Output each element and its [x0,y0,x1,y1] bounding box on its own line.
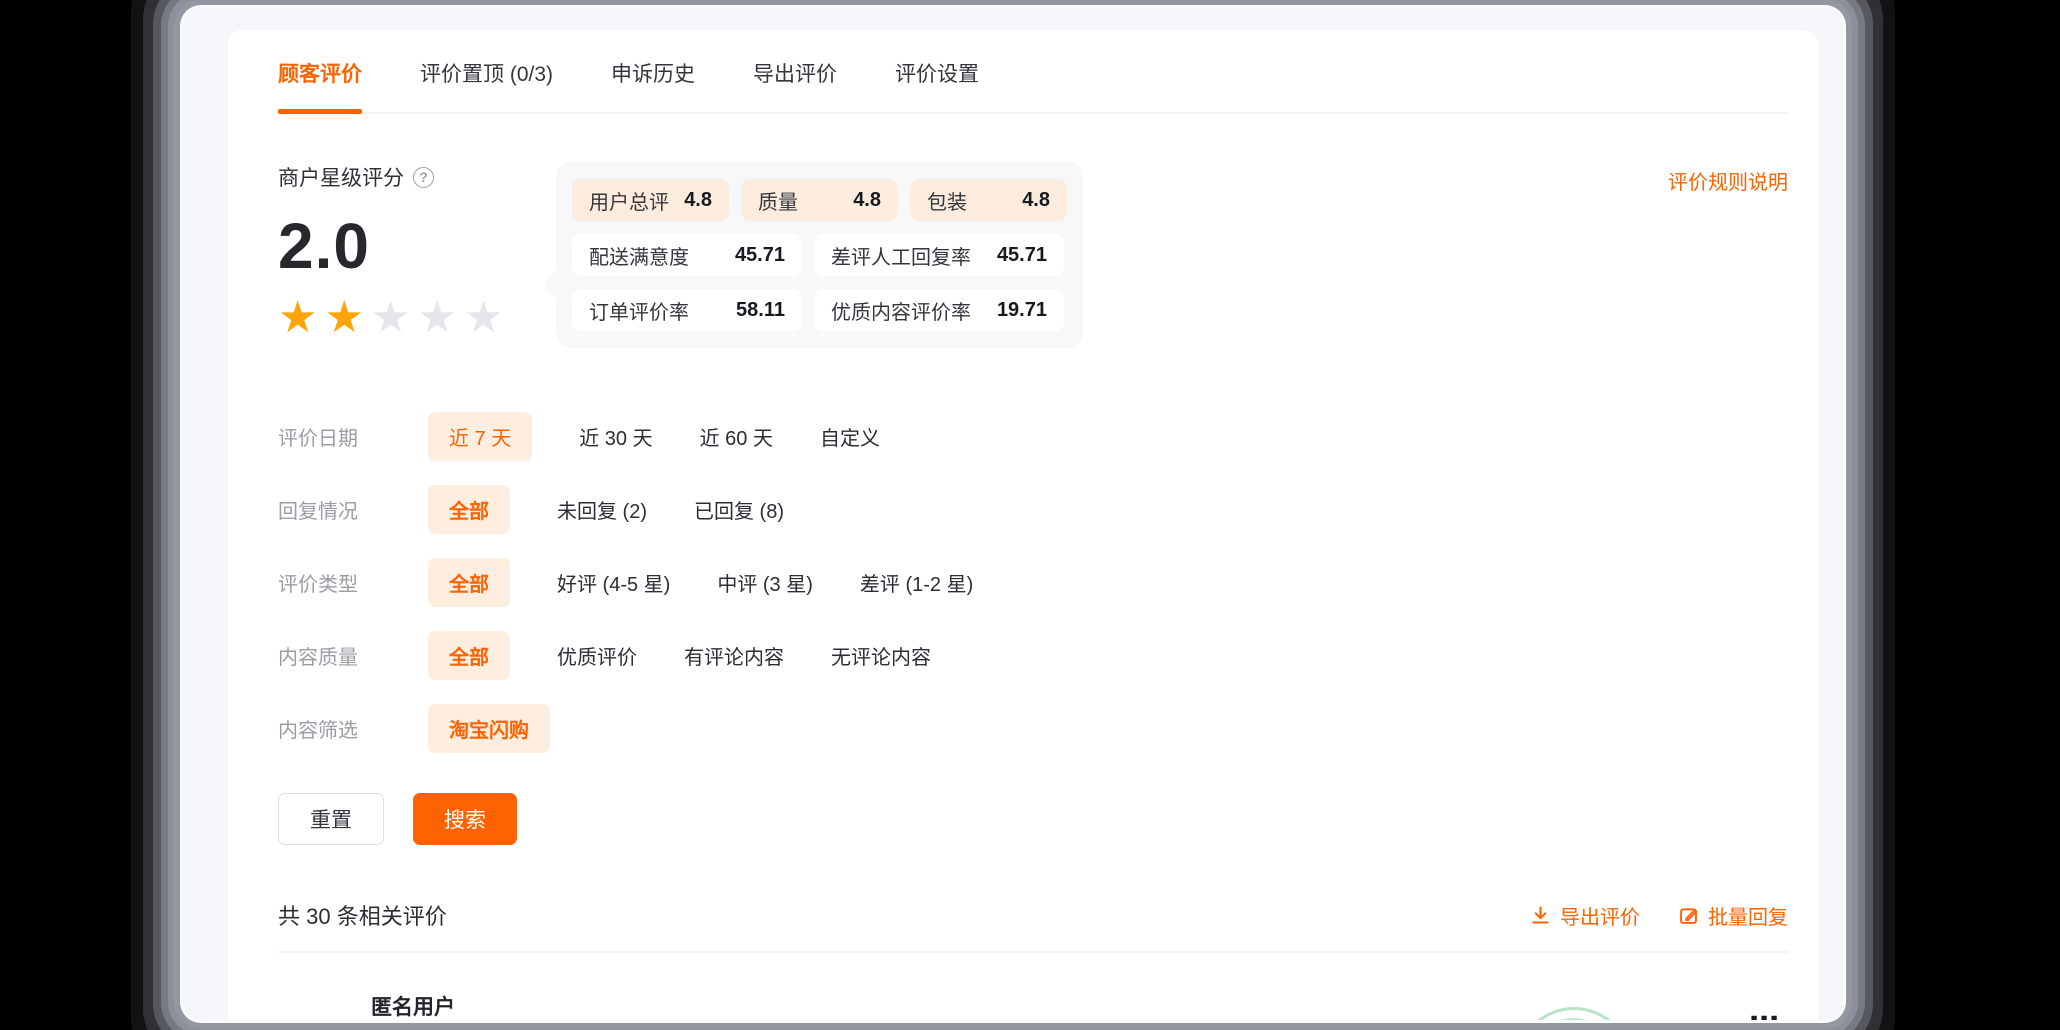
metric-value: 19.71 [997,299,1047,322]
metric-label: 优质内容评价率 [831,296,971,325]
filter-row-content-quality: 内容质量 全部 优质评价 有评论内容 无评论内容 [278,631,1788,680]
results-actions: 导出评价 批量回复 [1530,901,1788,930]
export-reviews-link[interactable]: 导出评价 [1530,901,1640,930]
filter-option-taobao-flash[interactable]: 淘宝闪购 [428,704,550,753]
tab-customer-reviews[interactable]: 顾客评价 [278,58,362,112]
filter-options: 全部 优质评价 有评论内容 无评论内容 [428,631,978,680]
star-empty-icon: ★ [417,296,456,340]
review-username: 匿名用户 [371,991,1788,1020]
filter-options: 淘宝闪购 [428,704,597,753]
filter-option-last60days[interactable]: 近 60 天 [700,422,773,451]
more-menu-icon[interactable]: ⋯ [1749,1005,1782,1020]
rating-score: 2.0 [278,214,526,278]
filter-label: 评价日期 [278,422,428,451]
results-summary: 共 30 条相关评价 [278,899,447,931]
merchant-rating: 商户星级评分 ? 2.0 ★★★★★ [278,162,526,348]
metrics-row-3: 订单评价率 58.11 优质内容评价率 19.71 [572,289,1067,331]
metric-packaging: 包装 4.8 [910,179,1067,221]
filter-option-all[interactable]: 全部 [428,631,510,680]
download-icon [1530,905,1551,926]
batch-reply-link[interactable]: 批量回复 [1678,901,1788,930]
metric-value: 4.8 [1022,189,1050,212]
tab-appeal-history[interactable]: 申诉历史 [611,58,695,112]
star-filled-icon: ★ [278,296,317,340]
filter-option-without-comment[interactable]: 无评论内容 [831,641,931,670]
filter-options: 近 7 天 近 30 天 近 60 天 自定义 [428,412,927,461]
help-icon[interactable]: ? [413,167,434,188]
black-backdrop: 顾客评价 评价置顶 (0/3) 申诉历史 导出评价 评价设置 商户星级评分 ? … [0,0,2060,1030]
filter-option-all[interactable]: 全部 [428,558,510,607]
filter-option-quality-review[interactable]: 优质评价 [557,641,637,670]
merchant-rating-label: 商户星级评分 [278,162,404,192]
metrics-bubble: 用户总评 4.8 质量 4.8 包装 4.8 [556,162,1083,348]
filter-row-reply-status: 回复情况 全部 未回复 (2) 已回复 (8) [278,485,1788,534]
filter-option-positive[interactable]: 好评 (4-5 星) [557,568,670,597]
metric-value: 4.8 [684,189,712,212]
metric-user-overall: 用户总评 4.8 [572,179,729,221]
filter-option-last30days[interactable]: 近 30 天 [579,422,652,451]
filter-row-review-type: 评价类型 全部 好评 (4-5 星) 中评 (3 星) 差评 (1-2 星) [278,558,1788,607]
star-empty-icon: ★ [464,296,503,340]
star-empty-icon: ★ [371,296,410,340]
filter-actions: 重置 搜索 [278,793,1788,845]
tab-pinned-reviews[interactable]: 评价置顶 (0/3) [420,58,553,112]
filter-option-replied[interactable]: 已回复 (8) [694,495,784,524]
metric-delivery-satisfaction: 配送满意度 45.71 [572,234,802,276]
metric-label: 差评人工回复率 [831,241,971,270]
batch-reply-label: 批量回复 [1708,901,1788,930]
filter-option-last7days[interactable]: 近 7 天 [428,412,532,461]
metric-value: 45.71 [735,244,785,267]
metrics-row-1: 用户总评 4.8 质量 4.8 包装 4.8 [572,179,1067,221]
review-item: 匿名用户 ★★★★★ 质量：2 星 ｜ 包装：3 星 优质评价 ⋯ [278,991,1788,1020]
tab-export-reviews[interactable]: 导出评价 [753,58,837,112]
filter-option-negative[interactable]: 差评 (1-2 星) [860,568,973,597]
export-reviews-label: 导出评价 [1560,901,1640,930]
metric-quality-content-rate: 优质内容评价率 19.71 [814,289,1064,331]
review-rules-link[interactable]: 评价规则说明 [1668,166,1788,195]
filter-option-unreplied[interactable]: 未回复 (2) [557,495,647,524]
tab-bar: 顾客评价 评价置顶 (0/3) 申诉历史 导出评价 评价设置 [278,30,1788,114]
metrics-row-2: 配送满意度 45.71 差评人工回复率 45.71 [572,234,1067,276]
filter-row-content-filter: 内容筛选 淘宝闪购 [278,704,1788,753]
rating-stars: ★★★★★ [278,296,526,340]
metric-quality: 质量 4.8 [741,179,898,221]
metric-label: 订单评价率 [589,296,689,325]
edit-icon [1678,905,1699,926]
filters: 评价日期 近 7 天 近 30 天 近 60 天 自定义 回复情况 全部 未回复… [278,412,1788,753]
filter-options: 全部 未回复 (2) 已回复 (8) [428,485,831,534]
filter-label: 回复情况 [278,495,428,524]
filter-option-with-comment[interactable]: 有评论内容 [684,641,784,670]
filter-option-custom[interactable]: 自定义 [820,422,880,451]
metric-value: 58.11 [736,299,785,322]
filter-option-all[interactable]: 全部 [428,485,510,534]
metric-label: 包装 [927,186,967,215]
reviews-panel: 顾客评价 评价置顶 (0/3) 申诉历史 导出评价 评价设置 商户星级评分 ? … [228,30,1818,1020]
tab-review-settings[interactable]: 评价设置 [895,58,979,112]
star-filled-icon: ★ [324,296,363,340]
filter-label: 评价类型 [278,568,428,597]
metric-value: 4.8 [853,189,881,212]
filter-row-date: 评价日期 近 7 天 近 30 天 近 60 天 自定义 [278,412,1788,461]
filter-label: 内容质量 [278,641,428,670]
results-header: 共 30 条相关评价 导出评价 [278,899,1788,953]
metric-label: 质量 [758,186,798,215]
rating-section: 商户星级评分 ? 2.0 ★★★★★ 用户总评 4.8 质量 4 [278,162,1788,348]
filter-option-neutral[interactable]: 中评 (3 星) [717,568,813,597]
metric-value: 45.71 [997,244,1047,267]
metric-order-review-rate: 订单评价率 58.11 [572,289,802,331]
reset-button[interactable]: 重置 [278,793,384,845]
filter-label: 内容筛选 [278,714,428,743]
metric-label: 配送满意度 [589,241,689,270]
metric-label: 用户总评 [589,186,669,215]
filter-options: 全部 好评 (4-5 星) 中评 (3 星) 差评 (1-2 星) [428,558,1020,607]
metric-bad-review-reply-rate: 差评人工回复率 45.71 [814,234,1064,276]
app-window: 顾客评价 评价置顶 (0/3) 申诉历史 导出评价 评价设置 商户星级评分 ? … [183,8,1843,1020]
search-button[interactable]: 搜索 [413,793,517,845]
merchant-rating-title: 商户星级评分 ? [278,162,526,192]
